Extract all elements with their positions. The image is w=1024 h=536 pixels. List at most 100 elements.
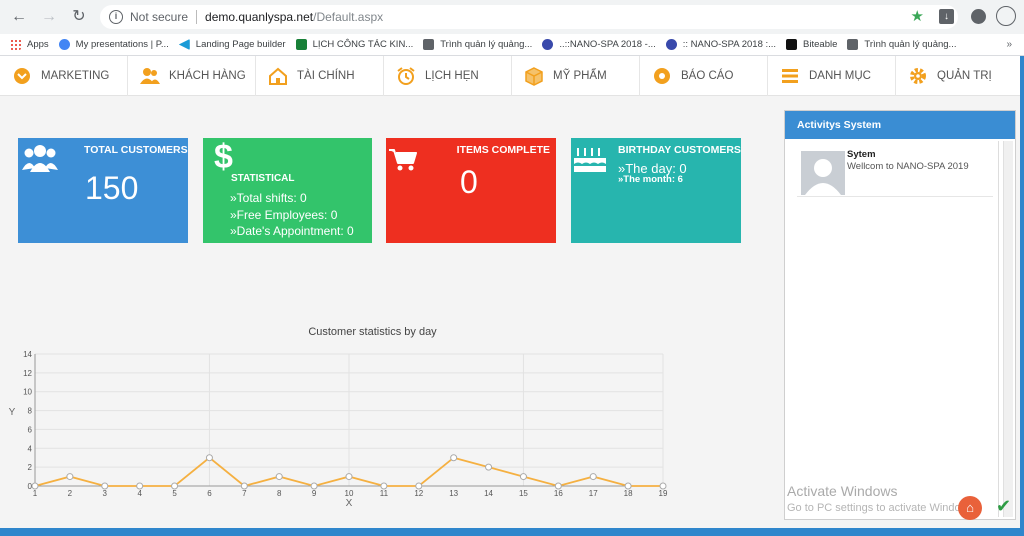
profile-icon[interactable]: [971, 9, 986, 24]
y-tick-label: 10: [23, 388, 32, 397]
browser-toolbar: ← → ↻ i Not secure demo.quanlyspa.net/De…: [0, 0, 1024, 34]
user-silhouette-icon: [801, 151, 845, 195]
items-complete-value: 0: [460, 164, 478, 200]
data-point: [519, 473, 527, 481]
data-point: [240, 482, 248, 490]
checkmark-icon[interactable]: ✔: [996, 496, 1011, 516]
tile-title: TOTAL CUSTOMERS: [84, 144, 188, 156]
address-separator: [196, 10, 198, 24]
activate-windows-title: Activate Windows: [787, 483, 898, 499]
bookmark-label: Apps: [27, 39, 49, 50]
nav-label: QUẢN TRỊ: [937, 70, 992, 82]
x-tick-label: 3: [103, 489, 108, 498]
bookmark-label: My presentations | P...: [75, 39, 169, 50]
activity-scrollbar[interactable]: [1003, 141, 1013, 517]
nav-label: MARKETING: [41, 70, 110, 82]
nav-lich-hen[interactable]: LỊCH HẸN: [384, 56, 512, 96]
x-tick-label: 11: [380, 489, 389, 498]
data-point: [171, 482, 179, 490]
page-icon: [847, 39, 859, 50]
globe-icon: [58, 39, 70, 50]
bookmark-biteable[interactable]: Biteable: [786, 39, 837, 50]
back-arrow-icon[interactable]: ←: [8, 6, 30, 28]
apps-grid-icon: [10, 39, 21, 50]
data-point: [485, 463, 493, 471]
data-point: [624, 482, 632, 490]
nav-quan-tri[interactable]: QUẢN TRỊ: [896, 56, 1024, 96]
x-tick-label: 17: [589, 489, 598, 498]
nav-bao-cao[interactable]: BÁO CÁO: [640, 56, 768, 96]
extension-circle-icon[interactable]: [996, 6, 1016, 26]
url-path: /Default.aspx: [313, 10, 384, 24]
y-tick-label: 14: [23, 350, 32, 359]
x-tick-label: 10: [345, 489, 354, 498]
nano-spa-icon: [665, 39, 677, 50]
users-icon: [22, 145, 58, 172]
nav-label: TÀI CHÍNH: [297, 70, 355, 82]
x-tick-label: 4: [137, 489, 142, 498]
cart-icon: [389, 149, 417, 171]
main-navigation: MARKETING KHÁCH HÀNG TÀI CHÍNH LỊCH HẸN …: [0, 56, 1024, 96]
data-point: [450, 454, 458, 462]
nav-khach-hang[interactable]: KHÁCH HÀNG: [128, 56, 256, 96]
bookmark-label: LỊCH CÔNG TÁC KIN...: [312, 39, 414, 50]
bookmark-nano-spa-1[interactable]: ..::NANO-SPA 2018 -...: [542, 39, 656, 50]
bookmark-quang-cao-1[interactable]: Trình quản lý quảng...: [423, 39, 532, 50]
nav-danh-muc[interactable]: DANH MỤC: [768, 56, 896, 96]
nav-tai-chinh[interactable]: TÀI CHÍNH: [256, 56, 384, 96]
bookmark-lich-cong-tac[interactable]: LỊCH CÔNG TÁC KIN...: [295, 39, 414, 50]
bookmarks-more-button[interactable]: »: [1006, 39, 1012, 50]
y-tick-label: 12: [23, 369, 32, 378]
activity-message: Wellcom to NANO-SPA 2019: [847, 161, 969, 172]
data-point: [310, 482, 318, 490]
data-point: [136, 482, 144, 490]
alarm-clock-icon: [396, 66, 416, 86]
x-tick-label: 1: [33, 489, 38, 498]
dollar-icon: $: [214, 138, 233, 176]
reload-icon[interactable]: ↻: [68, 6, 90, 28]
tile-total-customers[interactable]: TOTAL CUSTOMERS 150: [18, 138, 188, 243]
bookmark-label: Biteable: [803, 39, 838, 50]
bookmark-label: Trình quản lý quảng...: [864, 39, 957, 50]
activate-windows-message: Go to PC settings to activate Windows.: [787, 502, 962, 514]
nav-label: LỊCH HẸN: [425, 70, 479, 82]
tile-statistical[interactable]: $ STATISTICAL »Total shifts: 0 »Free Emp…: [203, 138, 372, 243]
activity-item[interactable]: Sytem Wellcom to NANO-SPA 2019: [797, 149, 993, 197]
bookmark-presentations[interactable]: My presentations | P...: [58, 39, 169, 50]
info-icon[interactable]: i: [109, 10, 123, 24]
x-tick-label: 8: [277, 489, 282, 498]
appointment-line: »Date's Appointment: 0: [230, 224, 354, 238]
forward-arrow-icon[interactable]: →: [38, 6, 60, 28]
tile-items-complete[interactable]: ITEMS COMPLETE 0: [386, 138, 556, 243]
finance-icon: [268, 66, 288, 86]
home-icon[interactable]: ⌂: [958, 496, 982, 520]
download-icon[interactable]: ↓: [939, 9, 954, 24]
address-bar[interactable]: i Not secure demo.quanlyspa.net/Default.…: [100, 5, 958, 29]
birthday-month-line: »The month: 6: [618, 174, 683, 185]
bookmark-nano-spa-2[interactable]: :: NANO-SPA 2018 :...: [665, 39, 776, 50]
nav-label: MỸ PHẨM: [553, 70, 607, 82]
marketing-icon: [12, 66, 32, 86]
bookmark-quang-cao-2[interactable]: Trình quản lý quảng...: [847, 39, 956, 50]
bookmark-landing-page[interactable]: Landing Page builder: [178, 39, 286, 50]
data-point: [659, 482, 667, 490]
data-point: [205, 454, 213, 462]
avatar: [801, 151, 845, 195]
nav-marketing[interactable]: MARKETING: [0, 56, 128, 96]
x-tick-label: 13: [449, 489, 458, 498]
data-point: [101, 482, 109, 490]
activity-list: Sytem Wellcom to NANO-SPA 2019: [789, 141, 999, 517]
x-tick-label: 9: [312, 489, 317, 498]
x-tick-label: 15: [519, 489, 528, 498]
x-axis-label: X: [346, 498, 353, 509]
bookmarks-bar: Apps My presentations | P... Landing Pag…: [0, 34, 1024, 56]
page-icon: [423, 39, 435, 50]
x-tick-label: 7: [242, 489, 247, 498]
x-tick-label: 18: [624, 489, 633, 498]
bookmark-star-icon[interactable]: ★: [911, 9, 924, 24]
bookmark-apps[interactable]: Apps: [10, 39, 49, 50]
nav-my-pham[interactable]: MỸ PHẨM: [512, 56, 640, 96]
tile-birthday-customers[interactable]: BIRTHDAY CUSTOMERS »The day: 0 »The mont…: [571, 138, 741, 243]
x-tick-label: 5: [172, 489, 177, 498]
x-tick-label: 19: [659, 489, 668, 498]
